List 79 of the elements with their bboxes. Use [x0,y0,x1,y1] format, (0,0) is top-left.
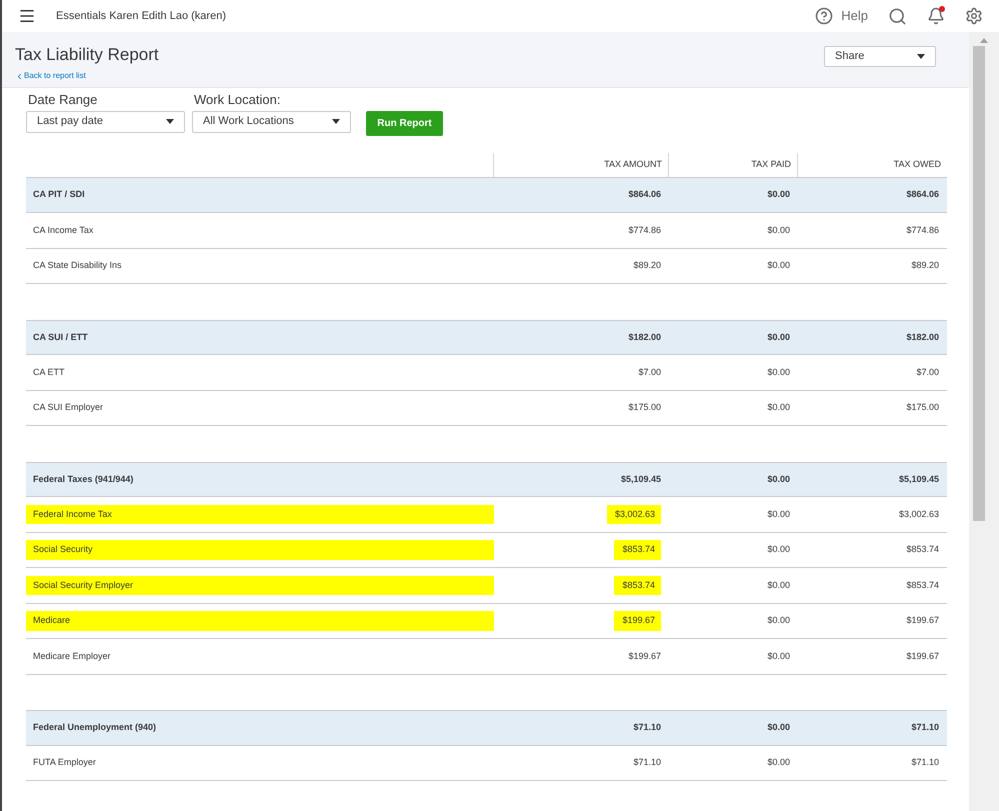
row-label: Medicare Employer [32,650,111,663]
row-label: CA SUI Employer [32,401,104,414]
table-cell-text: $3,002.63 [898,508,939,520]
column-header: TAX OWED [894,158,941,171]
table-cell-text: $71.10 [633,721,661,734]
group-name: CA SUI / ETT [33,330,88,344]
caret-icon [166,119,174,124]
bell-icon[interactable] [927,7,945,25]
filter-label: Work Location: [194,91,282,109]
help-icon [815,7,834,25]
table-cell-text: $89.20 [911,259,939,272]
table-cell-text: $0.00 [767,721,790,734]
column-header: TAX AMOUNT [604,158,662,171]
table-cell-text: $0.00 [767,330,790,344]
table-cell-text: $853.74 [906,543,939,556]
table-cell-text: $0.00 [767,614,790,627]
table-cell-text: $5,109.45 [898,472,939,486]
row-label: CA State Disability Ins [32,259,122,272]
table-cell-text: $7.00 [638,366,661,378]
table-cell-text: $175.00 [906,401,939,414]
table-cell-text: $774.86 [628,224,661,236]
table-cell-text: $199.67 [906,614,939,627]
caret-icon [917,54,925,59]
chevron-left-icon [15,72,24,80]
filter-dropdown[interactable]: All Work Locations [192,110,351,132]
filter-dropdown[interactable]: Last pay date [26,110,185,132]
table-cell-text: $182.00 [906,330,939,344]
back-link[interactable]: Back to report list [15,70,159,82]
row-label: Social Security [26,540,494,560]
table-cell-text: $0.00 [767,756,790,769]
table-cell-text: $0.00 [767,543,790,556]
group-name: CA PIT / SDI [33,188,85,201]
table-cell-text: $0.00 [767,188,790,201]
row-label: Federal Income Tax [26,504,494,524]
settings-icon[interactable] [965,7,983,25]
caret-icon [332,119,340,124]
row-label: Social Security Employer [26,576,494,595]
row-label: CA ETT [32,366,65,378]
search-icon[interactable] [888,6,907,26]
report-title: Tax Liability Report [15,44,159,66]
table-cell-text: $0.00 [767,472,790,486]
table-cell-text: $0.00 [767,650,790,662]
help-button[interactable]: Help [815,6,868,26]
table-cell-text: $864.06 [906,188,939,201]
table-cell-text: $199.67 [628,650,661,662]
table-cell-text: $71.10 [911,721,939,734]
table-cell-text: $71.10 [633,756,661,769]
table-cell: $853.74 [614,540,661,560]
table-cell-text: $0.00 [767,259,790,272]
table-cell-text: $0.00 [767,401,790,414]
table-cell-text: $774.86 [906,224,939,236]
table-cell-text: $864.06 [628,188,661,201]
group-name: Federal Unemployment (940) [33,721,156,734]
table-cell: $853.74 [614,576,661,595]
table-cell-text: $89.20 [633,259,661,272]
table-cell-text: $71.10 [911,756,939,769]
table-cell-text: $5,109.45 [620,472,661,486]
group-name: Federal Taxes (941/944) [33,472,134,486]
table-cell-text: $0.00 [767,366,790,378]
row-label: Medicare [26,611,494,630]
row-label: FUTA Employer [32,756,96,769]
table-cell: $199.67 [614,611,661,630]
table-cell: $3,002.63 [606,504,661,524]
table-cell-text: $853.74 [906,578,939,592]
column-header: TAX PAID [751,158,791,171]
scrollbar-thumb[interactable] [973,46,985,521]
table-cell-text: $0.00 [767,224,790,236]
scrollbar[interactable] [969,32,999,811]
company-name: Essentials Karen Edith Lao (karen) [56,8,226,24]
row-label: CA Income Tax [32,224,94,236]
filter-label: Date Range [28,91,98,109]
table-cell-text: $199.67 [906,650,939,662]
table-cell-text: $0.00 [767,508,790,520]
table-cell-text: $7.00 [916,366,939,378]
menu-icon[interactable] [18,7,36,25]
share-dropdown[interactable]: Share [824,46,936,67]
table-cell-text: $182.00 [628,330,661,344]
table-cell-text: $0.00 [767,578,790,592]
table-cell-text: $175.00 [628,401,661,414]
